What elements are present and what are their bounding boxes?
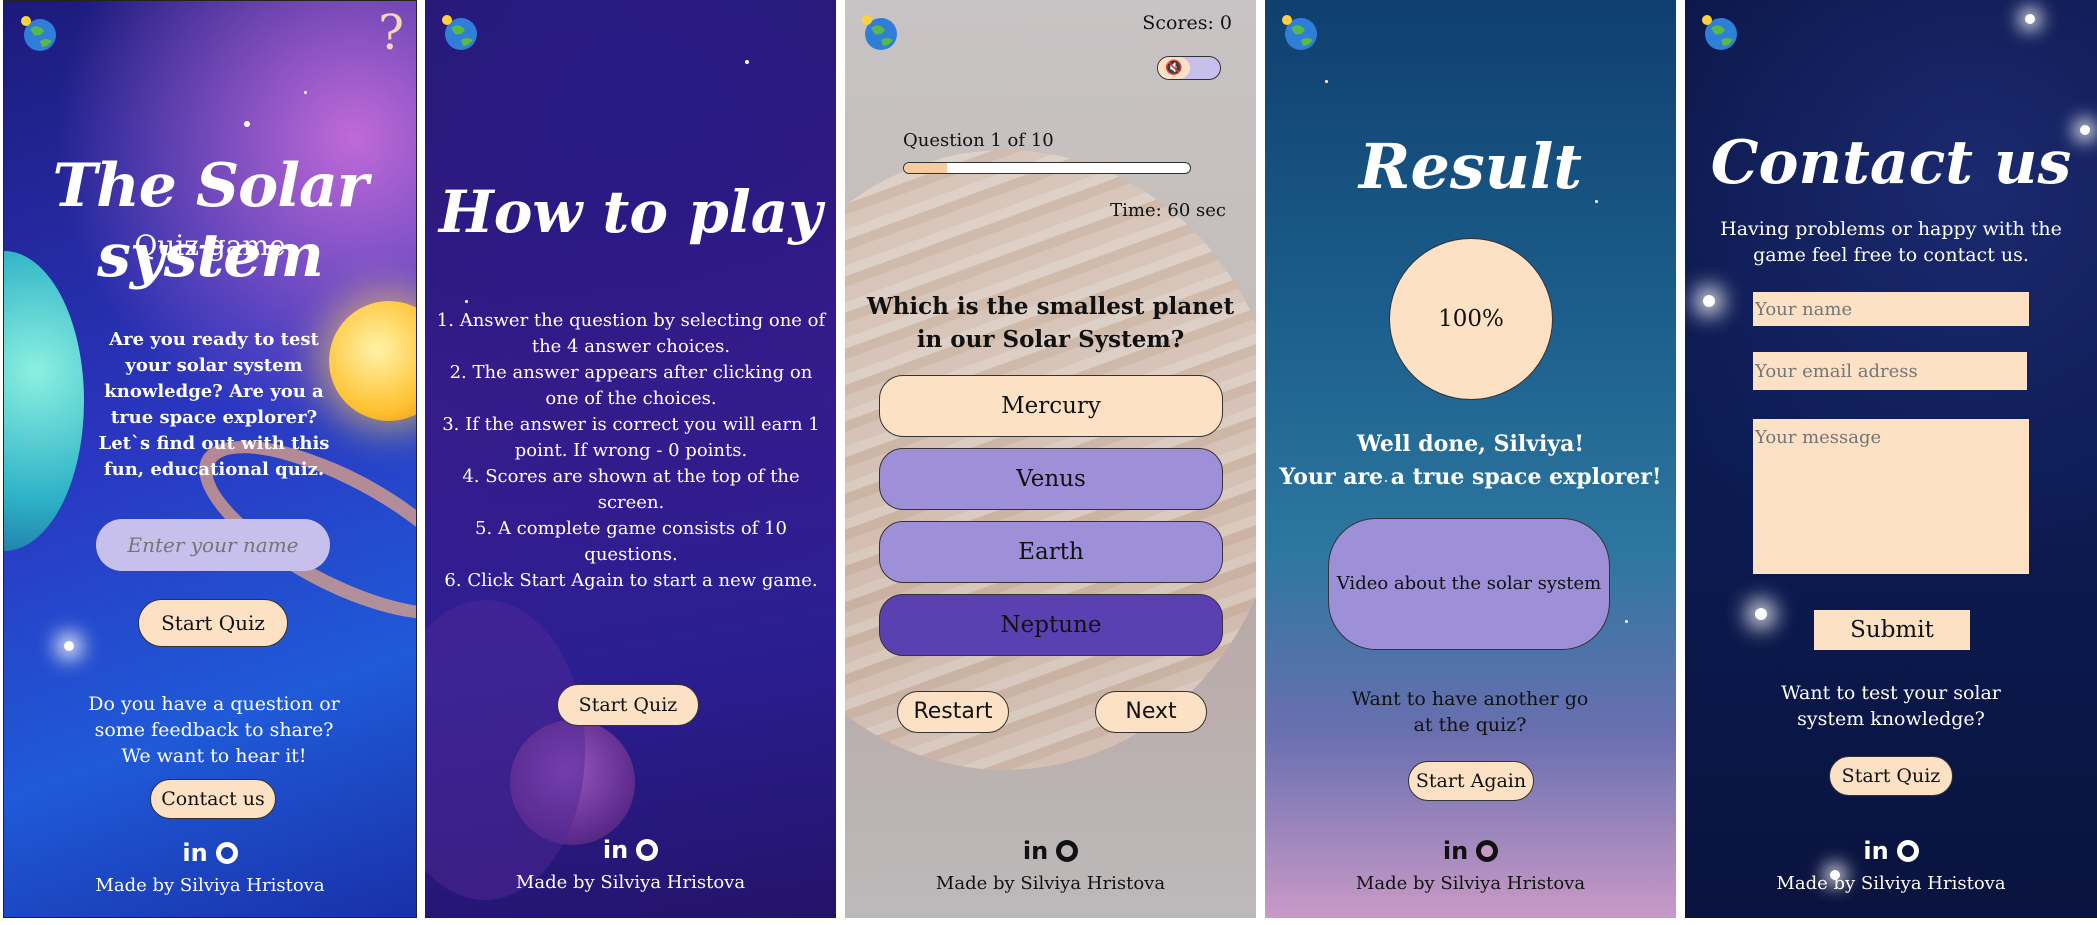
rule-item: 3. If the answer is correct you will ear… [442, 414, 820, 461]
star-decoration [1625, 620, 1628, 623]
page-title: Result [1358, 130, 1583, 203]
again-text: Want to have another go at the quiz? [1351, 688, 1589, 736]
answer-button[interactable]: Mercury [879, 375, 1223, 437]
social-links: in [1685, 837, 2097, 865]
linkedin-icon[interactable]: in [182, 839, 207, 867]
restart-button[interactable]: Restart [897, 691, 1009, 733]
planet-decoration [4, 251, 84, 551]
github-icon[interactable] [1056, 840, 1079, 862]
start-quiz-button[interactable]: Start Quiz [138, 599, 288, 647]
progress-fill [904, 163, 947, 173]
rule-item: 5. A complete game consists of 10 questi… [475, 518, 787, 565]
result-line: Your are a true space explorer! [1279, 464, 1662, 490]
video-link-button[interactable]: Video about the solar system [1328, 518, 1610, 650]
linkedin-icon[interactable]: in [1863, 837, 1888, 865]
question-mark-icon[interactable]: ? [378, 5, 404, 61]
rules-list: 1. Answer the question by selecting one … [433, 308, 829, 594]
start-quiz-button[interactable]: Start Quiz [557, 684, 699, 726]
rule-item: 6. Click Start Again to start a new game… [444, 570, 818, 591]
github-icon[interactable] [1896, 840, 1919, 862]
scores-display: Scores: 0 [1142, 12, 1232, 34]
test-text: Want to test your solar system knowledge… [1781, 682, 2001, 730]
linkedin-icon[interactable]: in [1023, 837, 1048, 865]
page-title: The Solar system [52, 151, 369, 291]
social-links: in [4, 839, 416, 867]
name-input[interactable] [96, 519, 330, 571]
timer-display: Time: 60 sec [1110, 200, 1226, 221]
intro-text: Are you ready to test your solar system … [98, 329, 330, 480]
question-text: Which is the smallest planet in our Sola… [866, 293, 1235, 353]
submit-button[interactable]: Submit [1814, 610, 1970, 650]
globe-icon[interactable] [859, 12, 899, 52]
footer-credit: Made by Silviya Hristova [515, 872, 746, 893]
linkedin-icon[interactable]: in [1443, 837, 1468, 865]
social-links: in [845, 837, 1256, 865]
screen-contact: Contact us Having problems or happy with… [1685, 0, 2097, 918]
footer-credit: Made by Silviya Hristova [1776, 873, 2006, 894]
star-decoration [1325, 80, 1328, 83]
globe-icon[interactable] [1279, 12, 1319, 52]
next-button[interactable]: Next [1095, 691, 1207, 733]
star-decoration [304, 91, 307, 94]
footer-credit: Made by Silviya Hristova [1355, 873, 1586, 894]
globe-icon[interactable] [439, 12, 479, 52]
answer-button[interactable]: Neptune [879, 594, 1223, 656]
github-icon[interactable] [1476, 840, 1499, 862]
contact-us-button[interactable]: Contact us [150, 779, 276, 819]
rule-item: 2. The answer appears after clicking on … [449, 362, 813, 409]
screen-quiz: Scores: 0 🔇 Question 1 of 10 Time: 60 se… [845, 0, 1256, 918]
screen-home: ? The Solar system Quiz game Are you rea… [3, 0, 417, 918]
start-quiz-button[interactable]: Start Quiz [1829, 756, 1953, 796]
screen-how-to-play: How to play 1. Answer the question by se… [425, 0, 836, 918]
sound-toggle[interactable]: 🔇 [1157, 56, 1221, 80]
social-links: in [425, 836, 836, 864]
email-field[interactable] [1753, 352, 2027, 390]
answer-button[interactable]: Venus [879, 448, 1223, 510]
question-counter: Question 1 of 10 [903, 130, 1054, 151]
result-line: Well done, Silviya! [1356, 431, 1585, 457]
footer-credit: Made by Silviya Hristova [935, 873, 1166, 894]
star-decoration [465, 300, 468, 303]
globe-icon[interactable] [18, 13, 58, 53]
star-decoration [745, 60, 749, 64]
screen-result: Result 100% Well done, Silviya! Your are… [1265, 0, 1676, 918]
start-again-button[interactable]: Start Again [1408, 761, 1534, 801]
globe-icon[interactable] [1699, 12, 1739, 52]
name-field[interactable] [1753, 292, 2029, 326]
progress-bar [903, 162, 1191, 174]
score-circle: 100% [1389, 238, 1553, 400]
message-field[interactable] [1753, 419, 2029, 574]
linkedin-icon[interactable]: in [603, 836, 628, 864]
github-icon[interactable] [215, 842, 238, 864]
star-decoration [244, 121, 250, 127]
star-decoration [1703, 295, 1715, 307]
answer-button[interactable]: Earth [879, 521, 1223, 583]
page-subtitle: Quiz game [134, 229, 286, 262]
page-title: Contact us [1710, 128, 2072, 198]
feedback-text: Do you have a question or some feedback … [88, 693, 340, 767]
rule-item: 1. Answer the question by selecting one … [436, 310, 826, 357]
contact-intro: Having problems or happy with the game f… [1720, 218, 2062, 266]
star-decoration [2025, 14, 2035, 24]
mute-icon: 🔇 [1158, 57, 1190, 79]
page-title: How to play [438, 178, 823, 246]
result-message: Well done, Silviya! Your are a true spac… [1265, 428, 1676, 494]
github-icon[interactable] [636, 839, 659, 861]
star-decoration [64, 641, 74, 651]
star-decoration [1755, 608, 1767, 620]
footer-credit: Made by Silviya Hristova [95, 875, 325, 896]
rule-item: 4. Scores are shown at the top of the sc… [462, 466, 800, 513]
social-links: in [1265, 837, 1676, 865]
